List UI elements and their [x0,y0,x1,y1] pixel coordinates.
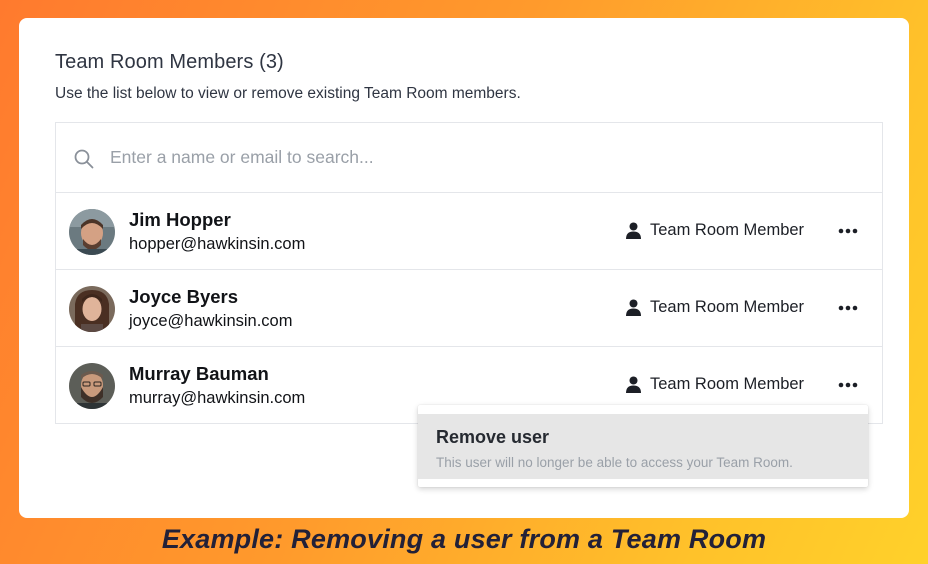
member-name: Jim Hopper [129,209,231,230]
member-name: Murray Bauman [129,363,269,384]
more-options-button[interactable] [834,374,862,396]
member-row: Jim Hopper hopper@hawkinsin.com Team Roo… [56,193,882,270]
more-horizontal-icon [838,228,858,234]
member-role-label: Team Room Member [650,298,805,316]
more-horizontal-icon [838,305,858,311]
more-options-button[interactable] [834,297,862,319]
member-role: Team Room Member [626,298,804,317]
member-email: murray@hawkinsin.com [129,389,306,407]
member-role: Team Room Member [626,375,804,394]
more-options-button[interactable] [834,220,862,242]
remove-user-description: This user will no longer be able to acce… [436,455,793,470]
remove-user-label: Remove user [436,427,550,447]
member-role: Team Room Member [626,221,804,240]
member-role-label: Team Room Member [650,221,805,239]
more-horizontal-icon [838,382,858,388]
member-role-label: Team Room Member [650,375,805,393]
avatar [69,209,115,255]
avatar [69,363,115,409]
search-icon [74,149,94,169]
user-icon [626,376,641,393]
options-dropdown: Remove user This user will no longer be … [418,405,868,487]
member-name: Joyce Byers [129,286,239,307]
panel-subtitle: Use the list below to view or remove exi… [55,85,521,102]
user-icon [626,299,641,316]
member-email: hopper@hawkinsin.com [129,235,306,253]
panel-title: Team Room Members (3) [55,51,284,73]
example-caption: Example: Removing a user from a Team Roo… [161,524,767,554]
search-input[interactable] [110,123,850,192]
member-row: Joyce Byers joyce@hawkinsin.com Team Roo… [56,270,882,347]
avatar [69,286,115,332]
user-icon [626,222,641,239]
members-list: Jim Hopper hopper@hawkinsin.com Team Roo… [55,122,883,424]
search-bar [56,123,882,193]
member-email: joyce@hawkinsin.com [129,312,293,330]
remove-user-menu-item[interactable]: Remove user This user will no longer be … [418,414,868,479]
